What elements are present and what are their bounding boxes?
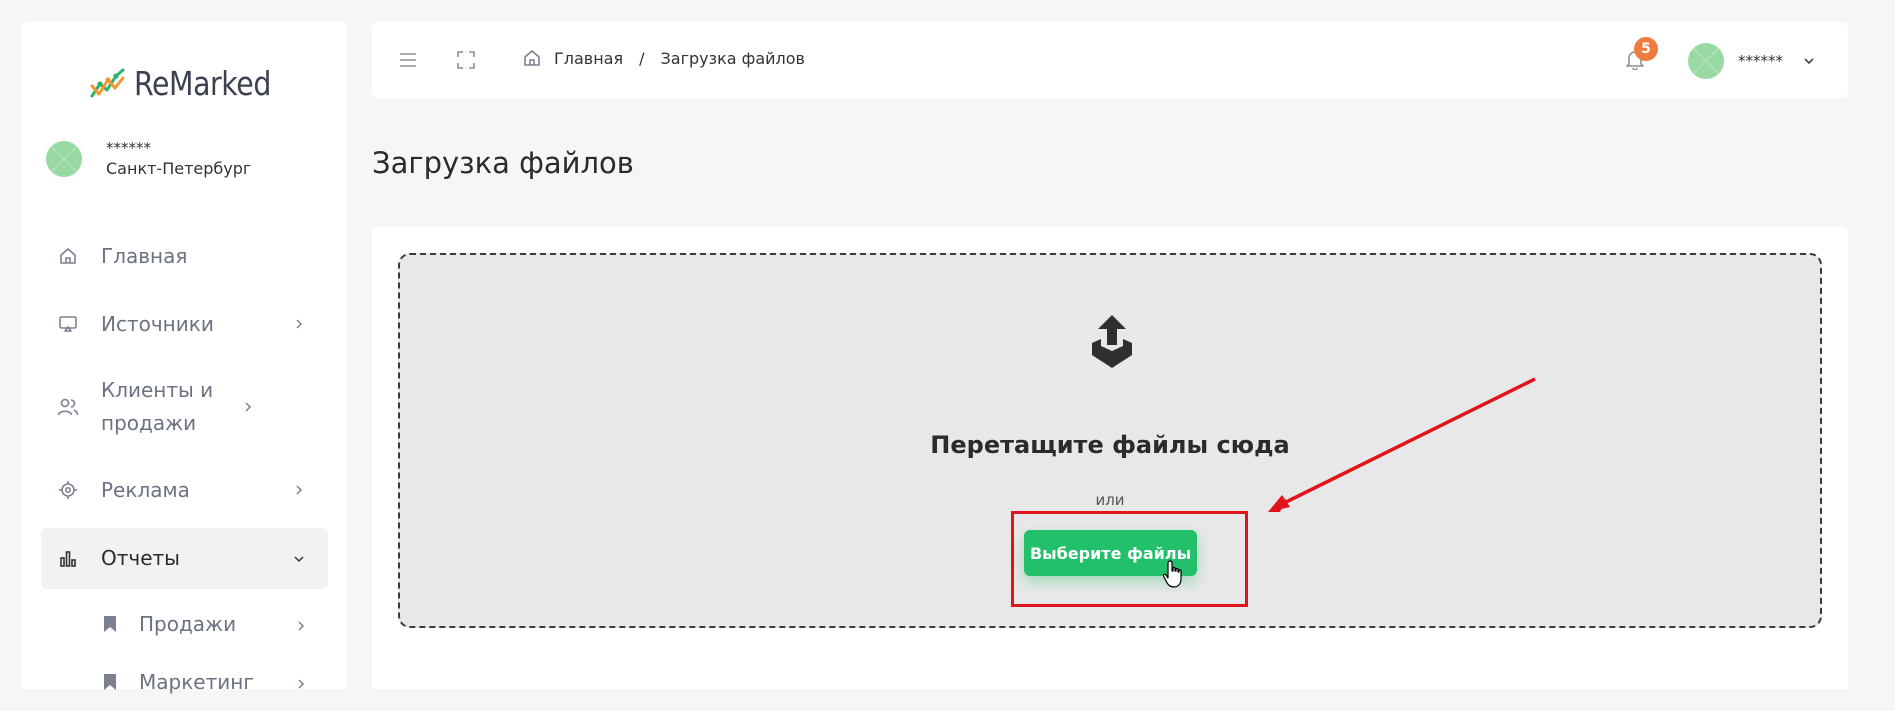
user-city: Санкт-Петербург <box>106 159 252 178</box>
chevron-down-icon <box>292 552 306 566</box>
bookmark-icon <box>104 616 116 632</box>
notification-count-badge: 5 <box>1634 37 1658 61</box>
sidebar-item-label: Отчеты <box>101 546 180 570</box>
users-icon <box>57 396 79 418</box>
sidebar-item-label: Источники <box>101 311 214 336</box>
chevron-right-icon <box>292 317 306 331</box>
sidebar-subitem-marketing[interactable]: Маркетинг <box>41 653 328 711</box>
logo-chart-icon <box>90 68 125 98</box>
sidebar-subitem-label: Продажи <box>139 612 237 636</box>
sidebar-item-clients[interactable]: Клиенты и продажи <box>41 358 328 456</box>
logo-text: ReMarked <box>134 63 271 103</box>
chevron-right-icon <box>292 483 306 497</box>
chevron-down-icon <box>1804 58 1814 65</box>
logo[interactable]: ReMarked <box>90 58 293 108</box>
target-icon <box>57 479 79 501</box>
upload-icon <box>1092 315 1132 368</box>
annotation-highlight-box <box>1011 511 1248 607</box>
home-icon <box>57 245 79 267</box>
user-name: ****** <box>106 139 151 157</box>
page-title: Загрузка файлов <box>372 146 634 180</box>
sidebar-subitem-sales[interactable]: Продажи <box>41 595 328 653</box>
sidebar-subitem-label: Маркетинг <box>139 670 254 694</box>
monitor-icon <box>57 313 79 335</box>
sidebar-item-label: Клиенты и продажи <box>101 378 214 435</box>
dropzone-or-text: или <box>1095 491 1125 509</box>
bookmark-icon <box>104 674 116 690</box>
chevron-right-icon <box>296 670 306 694</box>
sidebar-item-sources[interactable]: Источники <box>41 290 328 358</box>
user-menu[interactable]: ****** <box>1688 43 1815 79</box>
sidebar-nav: Главная Источники Клиенты и продажи Рекл… <box>41 222 328 711</box>
user-name: ****** <box>1738 52 1783 70</box>
breadcrumb-home-link[interactable]: Главная <box>554 49 623 68</box>
bar-chart-icon <box>57 548 79 570</box>
sidebar-item-home[interactable]: Главная <box>41 222 328 290</box>
hand-cursor-icon <box>1162 560 1182 588</box>
fullscreen-button[interactable] <box>454 48 478 72</box>
breadcrumb-separator: / <box>639 48 645 68</box>
upload-card: Перетащите файлы сюда или Выберите файлы <box>372 227 1848 689</box>
sidebar-item-ads[interactable]: Реклама <box>41 456 328 524</box>
sidebar-item-reports[interactable]: Отчеты <box>41 528 328 589</box>
hamburger-icon <box>400 53 416 67</box>
dropzone-title: Перетащите файлы сюда <box>930 431 1290 459</box>
breadcrumb: Главная / Загрузка файлов <box>522 48 805 68</box>
sidebar-user[interactable]: ****** Санкт-Петербург <box>46 138 251 180</box>
sidebar: ReMarked ****** Санкт-Петербург Главная … <box>22 22 347 694</box>
chevron-right-icon <box>296 612 306 636</box>
annotation-arrow <box>1268 377 1536 512</box>
avatar <box>1688 43 1724 79</box>
menu-toggle-button[interactable] <box>396 48 420 72</box>
breadcrumb-current: Загрузка файлов <box>660 48 805 68</box>
chevron-right-icon <box>241 400 255 414</box>
sidebar-item-label: Главная <box>101 243 188 268</box>
topbar: Главная / Загрузка файлов 5 ****** <box>372 22 1848 98</box>
avatar <box>46 141 82 177</box>
sidebar-item-label: Реклама <box>101 477 190 502</box>
fullscreen-icon <box>457 51 475 69</box>
home-icon[interactable] <box>522 48 542 68</box>
